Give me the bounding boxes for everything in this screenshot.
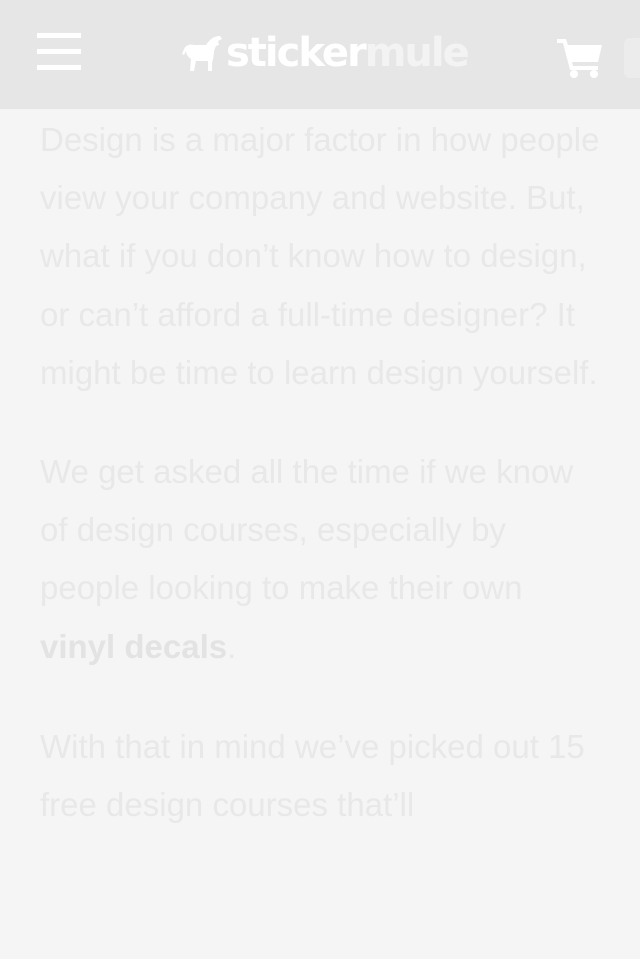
top-navigation-bar: stickermule bbox=[0, 0, 640, 109]
article-body: Design is a major factor in how people v… bbox=[40, 110, 600, 834]
article-paragraph: We get asked all the time if we know of … bbox=[40, 443, 600, 676]
paragraph-end: . bbox=[227, 627, 237, 665]
article-paragraph: With that in mind we’ve picked out 15 fr… bbox=[40, 727, 585, 824]
vinyl-decals-link[interactable]: vinyl decals bbox=[40, 628, 227, 665]
menu-line bbox=[37, 49, 81, 54]
logo-text-sticker: sticker bbox=[226, 30, 367, 76]
article-paragraph: Design is a major factor in how people v… bbox=[40, 121, 600, 391]
menu-line bbox=[37, 33, 81, 38]
menu-line bbox=[37, 65, 81, 70]
logo-wordmark: stickermule bbox=[226, 30, 470, 76]
logo-text-mule: mule bbox=[364, 30, 470, 76]
mule-logo-icon bbox=[182, 36, 222, 71]
side-drawer-handle[interactable] bbox=[624, 38, 640, 78]
hamburger-menu-icon[interactable] bbox=[37, 33, 81, 73]
shopping-cart-icon[interactable] bbox=[556, 36, 604, 78]
sticker-mule-logo[interactable]: stickermule bbox=[180, 30, 470, 76]
paragraph-text: We get asked all the time if we know of … bbox=[40, 453, 574, 607]
